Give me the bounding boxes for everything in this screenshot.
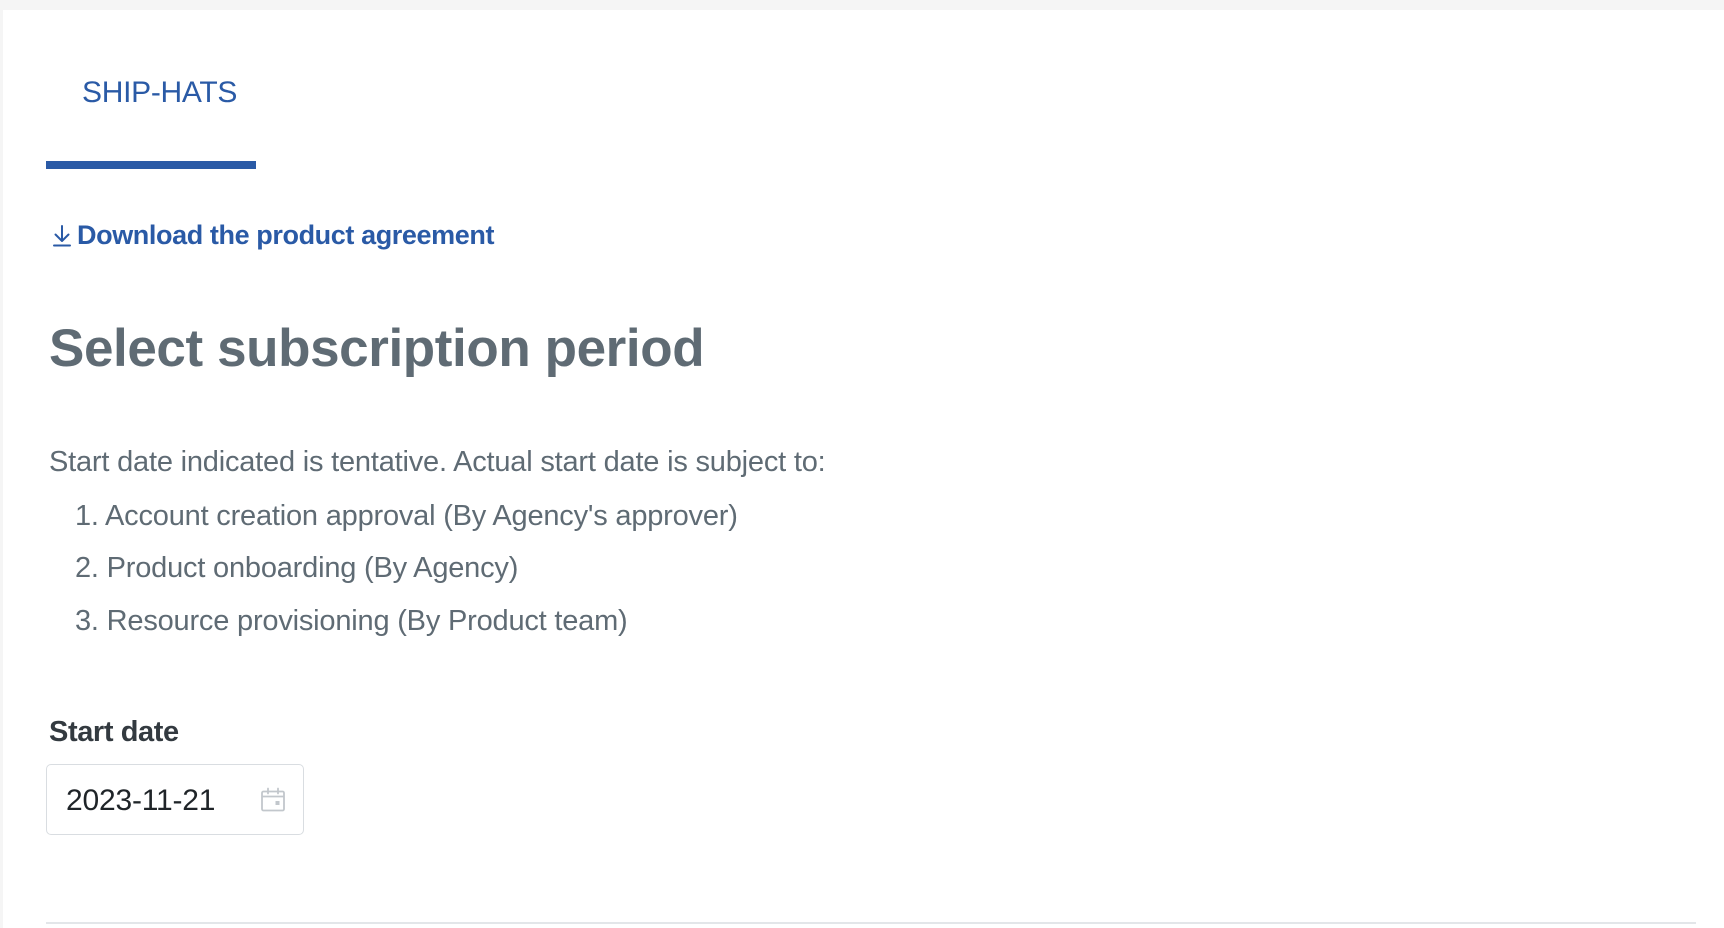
list-item: 1. Account creation approval (By Agency'… <box>75 500 738 532</box>
start-date-value: 2023-11-21 <box>66 784 216 817</box>
list-item: 3. Resource provisioning (By Product tea… <box>75 605 628 637</box>
list-item: 2. Product onboarding (By Agency) <box>75 552 519 584</box>
start-date-field[interactable]: 2023-11-21 <box>46 764 304 835</box>
start-date-note: Start date indicated is tentative. Actua… <box>49 446 826 478</box>
download-agreement-link[interactable]: Download the product agreement <box>51 220 494 251</box>
section-divider <box>46 922 1696 924</box>
tab-label: SHIP-HATS <box>82 76 238 109</box>
calendar-icon[interactable] <box>259 786 287 814</box>
page-title: Select subscription period <box>49 319 705 378</box>
tab-ship-hats[interactable]: SHIP-HATS <box>46 10 256 172</box>
active-tab-indicator <box>46 161 256 169</box>
subscription-panel: SHIP-HATS Download the product agreement… <box>3 10 1724 928</box>
download-link-label: Download the product agreement <box>77 220 495 250</box>
download-icon <box>53 224 71 246</box>
start-date-label: Start date <box>49 716 179 748</box>
